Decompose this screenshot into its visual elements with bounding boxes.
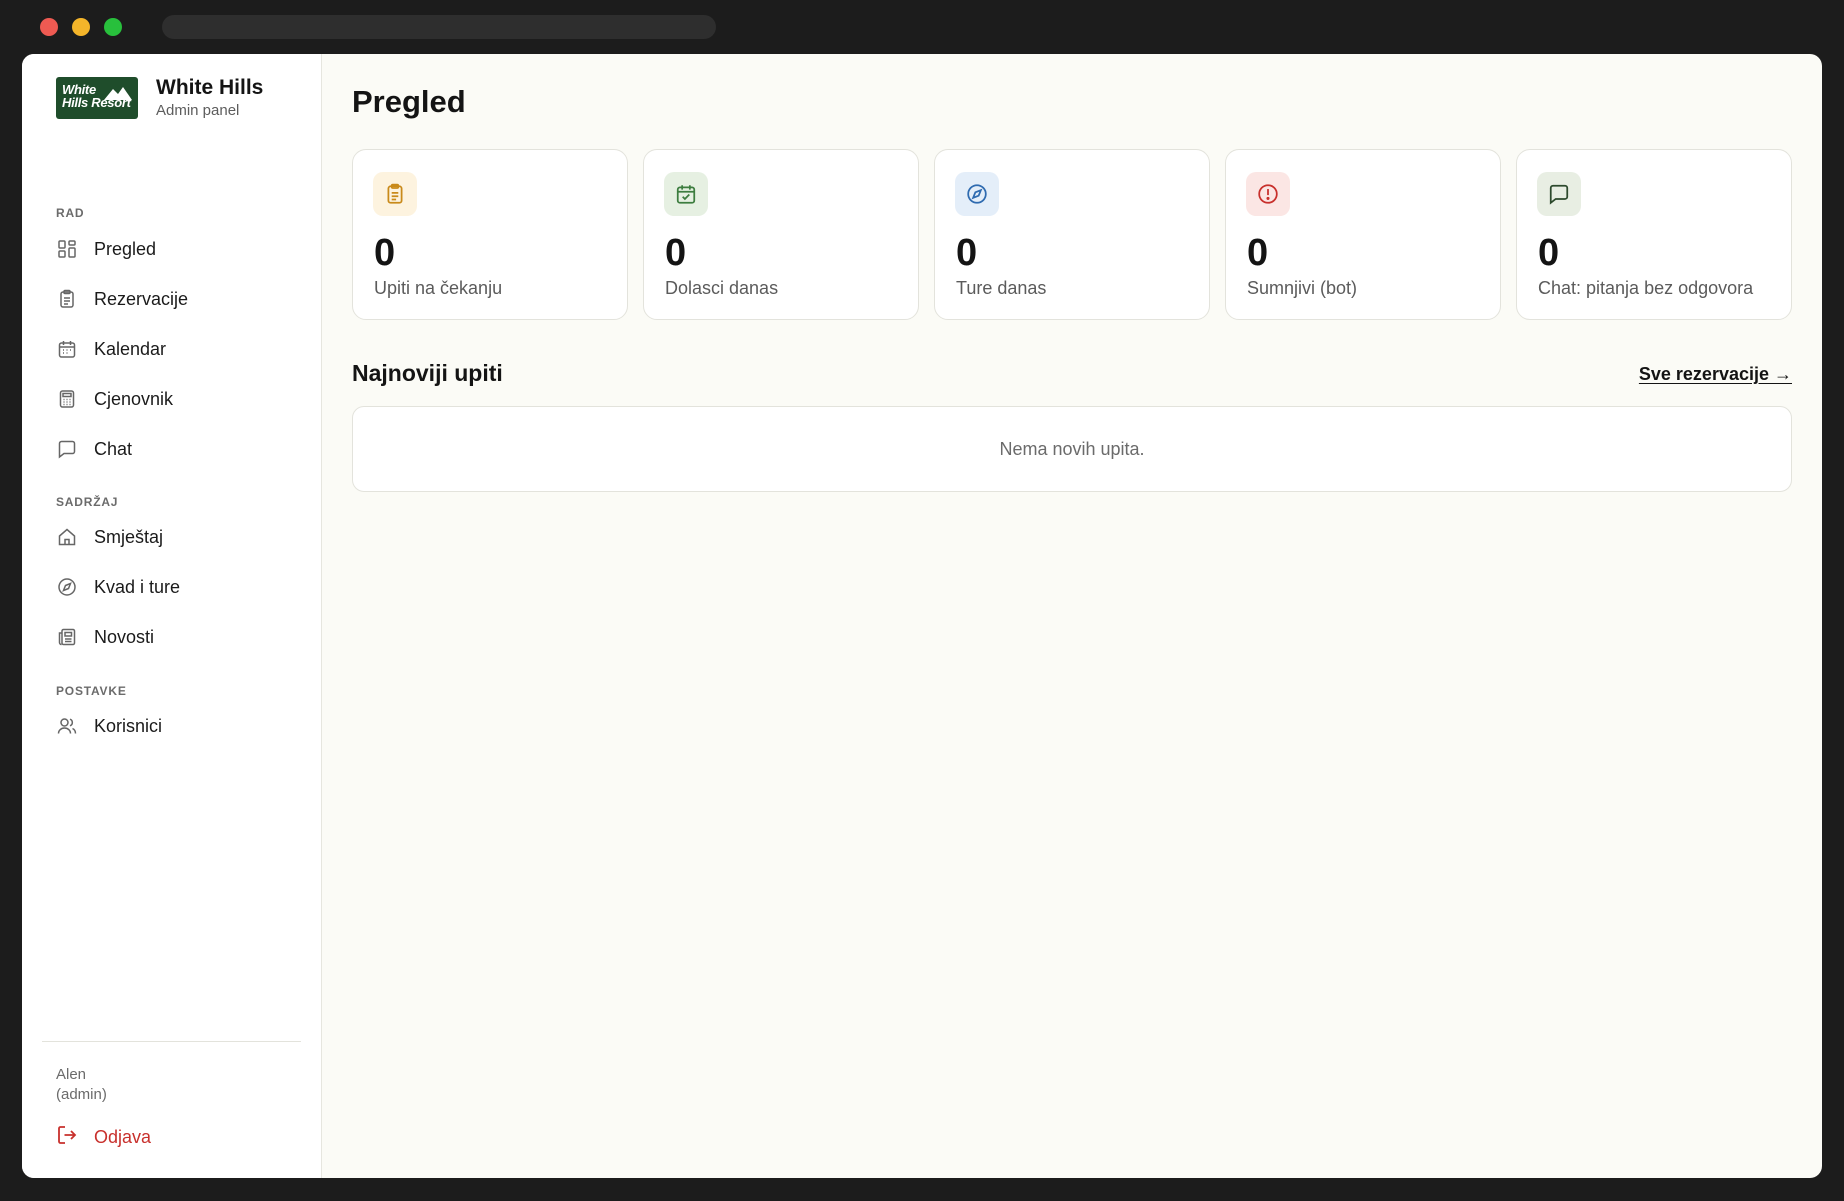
maximize-window-button[interactable] bbox=[104, 18, 122, 36]
home-icon bbox=[56, 526, 78, 548]
calendar-check-icon bbox=[664, 172, 708, 216]
brand-subtitle: Admin panel bbox=[156, 102, 240, 119]
calendar-icon bbox=[56, 338, 78, 360]
brand-name: White Hills bbox=[156, 76, 264, 99]
sidebar-item-label: Kvad i ture bbox=[94, 576, 181, 597]
stat-value: 0 bbox=[374, 232, 396, 274]
sidebar-item-novosti[interactable]: Novosti bbox=[56, 622, 296, 652]
sidebar-item-kvad-i-ture[interactable]: Kvad i ture bbox=[56, 572, 296, 602]
sidebar-item-label: Korisnici bbox=[94, 715, 163, 736]
sidebar-item-pregled[interactable]: Pregled bbox=[56, 234, 296, 264]
sidebar-item-cjenovnik[interactable]: Cjenovnik bbox=[56, 384, 296, 414]
stat-value: 0 bbox=[1538, 232, 1560, 274]
stat-card-suspicious-bot[interactable]: 0 Sumnjivi (bot) bbox=[1225, 149, 1501, 320]
stat-card-tours-today[interactable]: 0 Ture danas bbox=[934, 149, 1210, 320]
minimize-window-button[interactable] bbox=[72, 18, 90, 36]
sidebar-item-rezervacije[interactable]: Rezervacije bbox=[56, 284, 296, 314]
stat-label: Upiti na čekanju bbox=[374, 278, 503, 298]
stat-value: 0 bbox=[956, 232, 978, 274]
sidebar-item-kalendar[interactable]: Kalendar bbox=[56, 334, 296, 364]
sidebar-item-korisnici[interactable]: Korisnici bbox=[56, 711, 296, 741]
alert-circle-icon bbox=[1246, 172, 1290, 216]
users-icon bbox=[56, 715, 78, 737]
section-label-rad: RAD bbox=[56, 206, 85, 220]
app-window: White Hills Resort White Hills Admin pan… bbox=[22, 54, 1822, 1178]
page-title: Pregled bbox=[352, 84, 466, 119]
sidebar-item-label: Kalendar bbox=[94, 338, 167, 359]
logout-label: Odjava bbox=[94, 1127, 152, 1147]
user-role: (admin) bbox=[56, 1086, 107, 1103]
chat-icon bbox=[56, 438, 78, 460]
calculator-icon bbox=[56, 388, 78, 410]
sidebar-item-smjestaj[interactable]: Smještaj bbox=[56, 522, 296, 552]
sidebar-item-label: Rezervacije bbox=[94, 288, 189, 309]
clipboard-icon bbox=[373, 172, 417, 216]
sidebar-item-label: Smještaj bbox=[94, 526, 164, 547]
brand[interactable]: White Hills Resort White Hills Admin pan… bbox=[56, 76, 263, 119]
stat-value: 0 bbox=[1247, 232, 1269, 274]
sidebar-divider bbox=[42, 1041, 301, 1042]
all-reservations-link[interactable]: Sve rezervacije → bbox=[1639, 364, 1792, 385]
user-name: Alen bbox=[56, 1066, 87, 1083]
compass-icon bbox=[56, 576, 78, 598]
recent-inquiries-panel: Nema novih upita. bbox=[352, 406, 1792, 492]
empty-state-text: Nema novih upita. bbox=[999, 438, 1145, 459]
section-label-postavke: POSTAVKE bbox=[56, 684, 127, 698]
mountain-icon bbox=[104, 86, 132, 100]
stat-card-arrivals-today[interactable]: 0 Dolasci danas bbox=[643, 149, 919, 320]
newspaper-icon bbox=[56, 626, 78, 648]
resort-logo: White Hills Resort bbox=[56, 76, 138, 119]
sidebar-item-label: Pregled bbox=[94, 238, 157, 259]
stat-label: Chat: pitanja bez odgovora bbox=[1538, 278, 1754, 298]
sidebar-item-chat[interactable]: Chat bbox=[56, 434, 296, 464]
sidebar-item-label: Novosti bbox=[94, 626, 155, 647]
recent-inquiries-title: Najnoviji upiti bbox=[352, 360, 503, 386]
stat-label: Sumnjivi (bot) bbox=[1247, 278, 1358, 298]
sidebar-item-label: Chat bbox=[94, 438, 133, 459]
sidebar: White Hills Resort White Hills Admin pan… bbox=[22, 54, 322, 1178]
close-window-button[interactable] bbox=[40, 18, 58, 36]
stat-card-unanswered-chat[interactable]: 0 Chat: pitanja bez odgovora bbox=[1516, 149, 1792, 320]
logout-icon bbox=[56, 1124, 78, 1151]
logout-button[interactable]: Odjava bbox=[56, 1124, 151, 1151]
sidebar-item-label: Cjenovnik bbox=[94, 388, 174, 409]
grid-icon bbox=[56, 238, 78, 260]
main-content: Pregled 0 Upiti na čekanju 0 Dolasci dan… bbox=[322, 54, 1822, 1178]
section-label-sadrzaj: SADRŽAJ bbox=[56, 495, 119, 509]
chat-icon bbox=[1537, 172, 1581, 216]
stats-cards: 0 Upiti na čekanju 0 Dolasci danas 0 Tur… bbox=[352, 149, 1792, 320]
stat-label: Ture danas bbox=[956, 278, 1047, 298]
clipboard-icon bbox=[56, 288, 78, 310]
stat-value: 0 bbox=[665, 232, 687, 274]
stat-label: Dolasci danas bbox=[665, 278, 779, 298]
compass-icon bbox=[955, 172, 999, 216]
address-bar[interactable] bbox=[162, 15, 716, 39]
stat-card-pending-inquiries[interactable]: 0 Upiti na čekanju bbox=[352, 149, 628, 320]
